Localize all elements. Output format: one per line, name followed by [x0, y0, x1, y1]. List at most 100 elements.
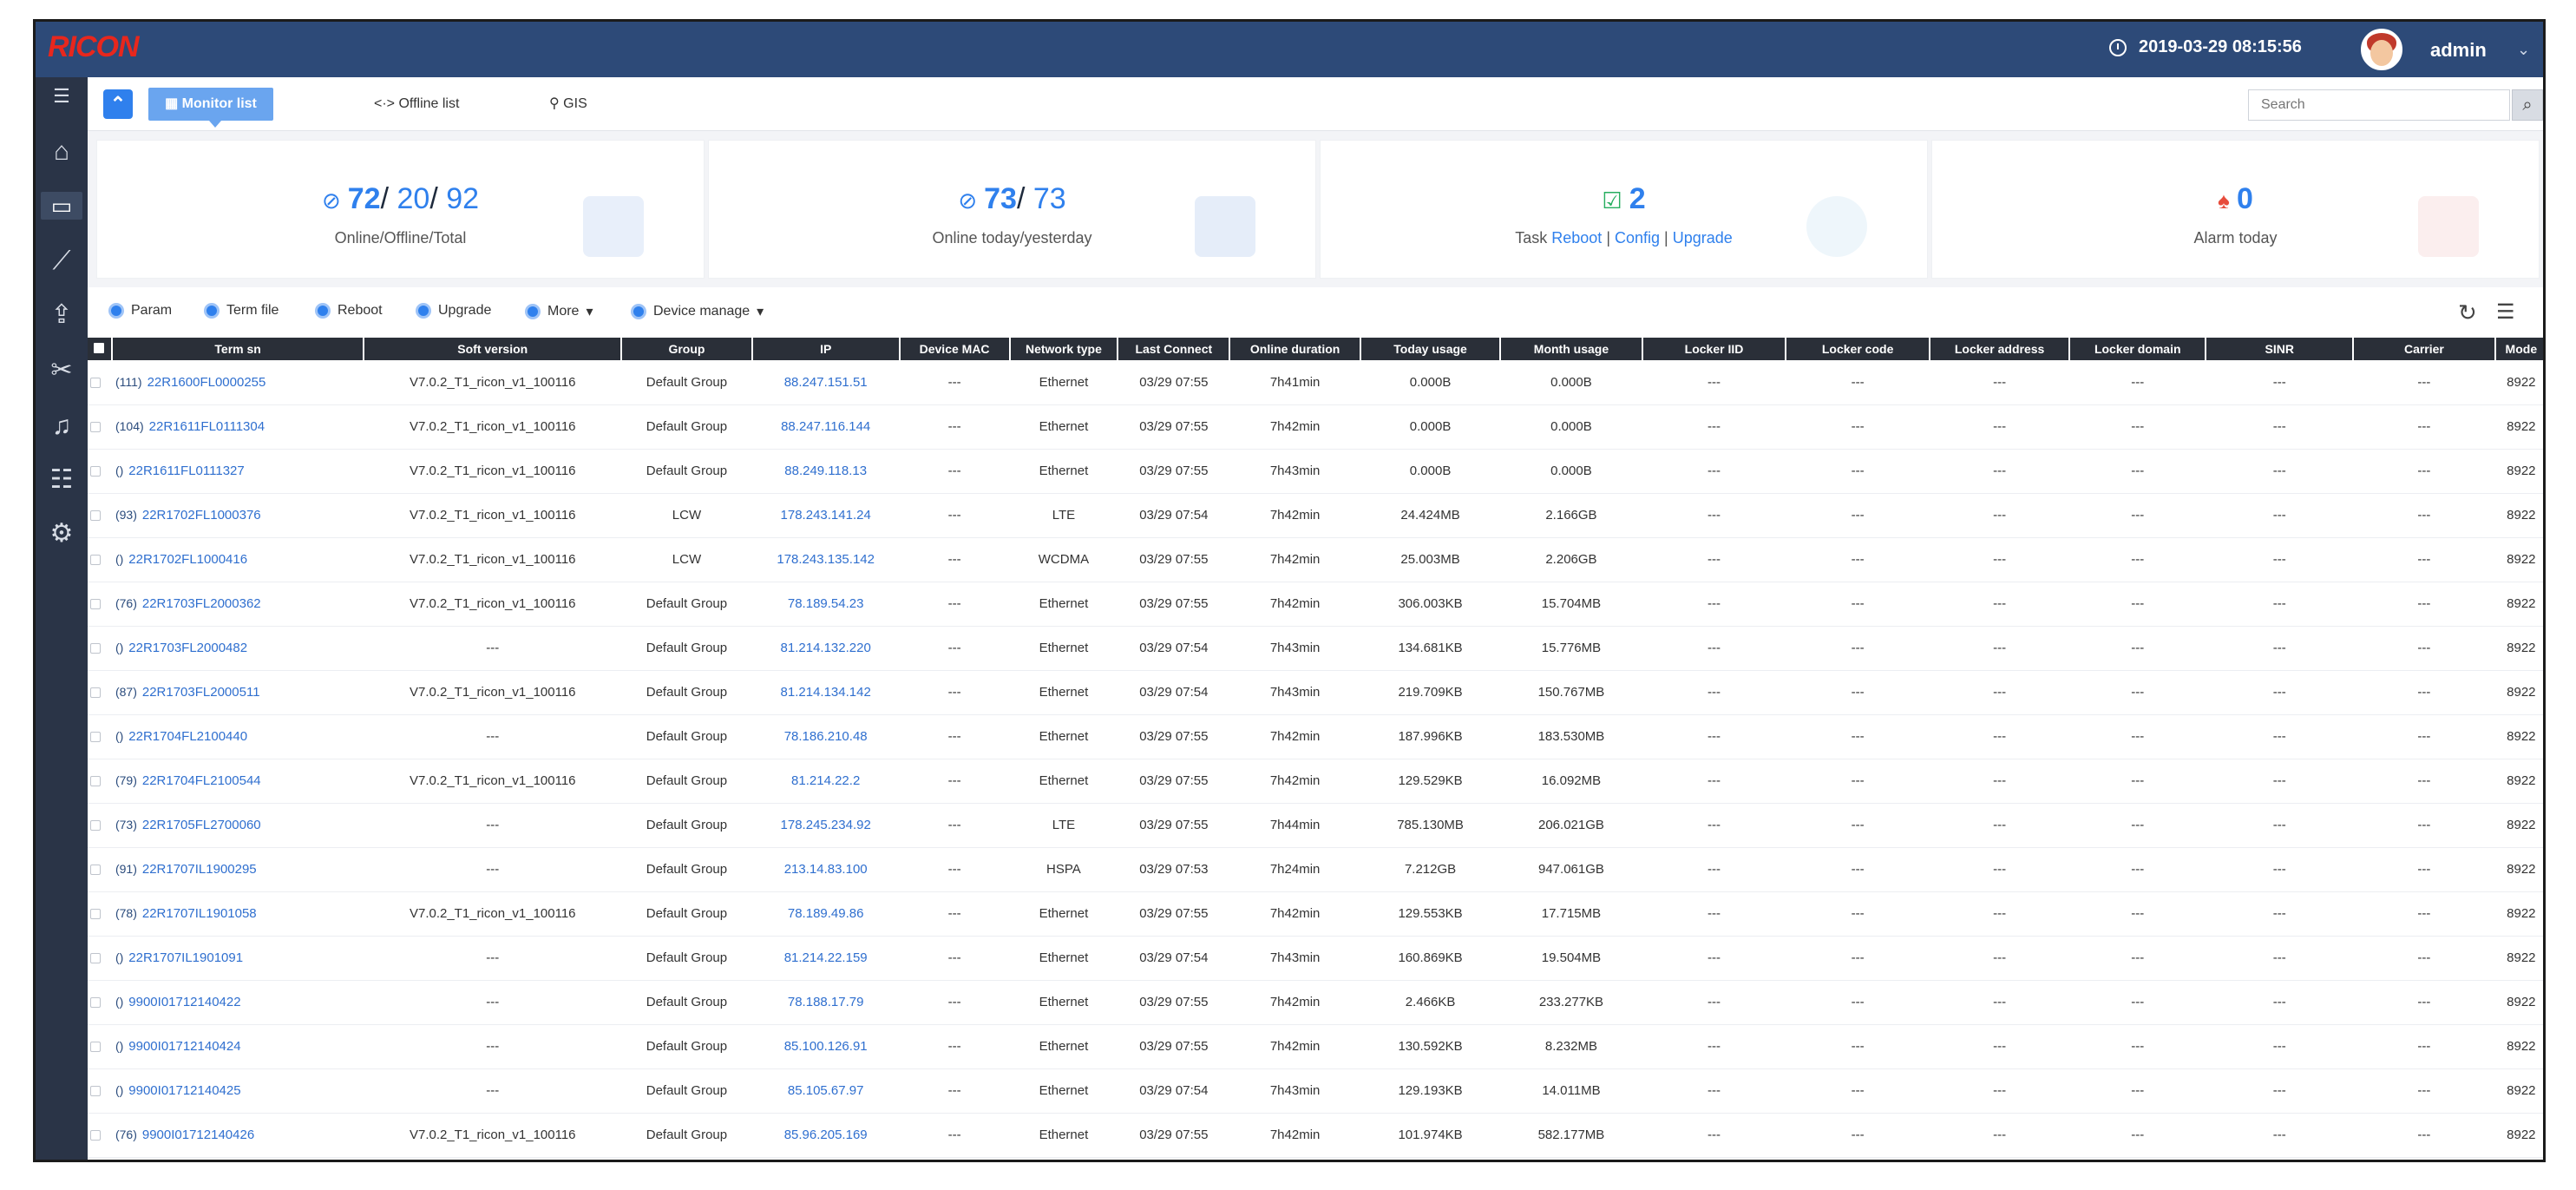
col-online-duration[interactable]: Online duration: [1229, 338, 1361, 360]
col-ip[interactable]: IP: [751, 338, 901, 360]
term-sn-link[interactable]: 9900I01712140426: [142, 1128, 254, 1142]
col-locker-domain[interactable]: Locker domain: [2069, 338, 2207, 360]
row-checkbox[interactable]: [89, 732, 101, 743]
row-checkbox[interactable]: [89, 422, 101, 433]
table-row[interactable]: (91) 22R1707IL1900295 --- Default Group 213.…: [88, 847, 2543, 891]
term-file-button[interactable]: Term file: [204, 303, 279, 319]
param-button[interactable]: Param: [108, 303, 172, 319]
table-row[interactable]: (76) 9900I01712140426 V7.0.2_T1_ricon_v1_1…: [88, 1113, 2543, 1157]
term-sn-link[interactable]: 22R1600FL0000255: [147, 375, 266, 390]
row-checkbox[interactable]: [89, 909, 101, 920]
ip-cell[interactable]: 85.100.126.91: [752, 1024, 900, 1068]
search-input[interactable]: [2248, 89, 2510, 121]
avatar[interactable]: [2361, 29, 2402, 70]
row-checkbox[interactable]: [89, 1130, 101, 1141]
search-icon[interactable]: ⌕: [2512, 89, 2543, 121]
col-group[interactable]: Group: [621, 338, 753, 360]
header-select-all[interactable]: [88, 338, 113, 360]
ip-cell[interactable]: 78.188.17.79: [752, 980, 900, 1024]
term-sn-link[interactable]: 9900I01712140422: [128, 995, 240, 1009]
log-icon[interactable]: ☷: [48, 466, 75, 494]
term-sn-link[interactable]: 22R1611FL0111327: [128, 464, 244, 478]
col-locker-address[interactable]: Locker address: [1929, 338, 2071, 360]
ip-cell[interactable]: 81.214.22.2: [752, 759, 900, 803]
table-row[interactable]: (79) 22R1704FL2100544 V7.0.2_T1_ricon_v1_1…: [88, 759, 2543, 803]
device-manage-dropdown[interactable]: Device manage ▾: [631, 303, 764, 320]
term-sn-link[interactable]: 9900I01712140424: [128, 1039, 240, 1054]
col-locker-code[interactable]: Locker code: [1786, 338, 1930, 360]
tab-gis[interactable]: ⚲ GIS: [549, 88, 587, 121]
table-row[interactable]: () 22R1707IL1901091 --- Default Group 81.214…: [88, 936, 2543, 980]
ip-cell[interactable]: 81.214.134.142: [752, 670, 900, 714]
row-checkbox[interactable]: [89, 820, 101, 832]
brand-logo[interactable]: RICON: [48, 30, 140, 64]
ip-cell[interactable]: 81.214.132.220: [752, 626, 900, 670]
tab-monitor-list[interactable]: ▦ Monitor list: [148, 88, 273, 121]
upgrade-button[interactable]: Upgrade: [416, 303, 491, 319]
tab-offline-list[interactable]: <·> Offline list: [374, 88, 459, 121]
table-row[interactable]: (73) 22R1705FL2700060 --- Default Group 178.…: [88, 803, 2543, 847]
term-sn-link[interactable]: 22R1705FL2700060: [142, 818, 261, 832]
chart-icon[interactable]: ⟋: [48, 247, 75, 275]
row-checkbox[interactable]: [89, 953, 101, 964]
table-row[interactable]: () 22R1704FL2100440 --- Default Group 78.186…: [88, 714, 2543, 759]
task-config-link[interactable]: Config: [1615, 229, 1660, 247]
select-all-checkbox[interactable]: [94, 343, 105, 353]
chevron-down-icon[interactable]: ⌄: [2517, 41, 2530, 59]
table-row[interactable]: (87) 22R1703FL2000511 V7.0.2_T1_ricon_v1_1…: [88, 670, 2543, 714]
row-checkbox[interactable]: [89, 466, 101, 477]
ip-cell[interactable]: 78.189.49.86: [752, 891, 900, 936]
ip-cell[interactable]: 88.247.151.51: [752, 360, 900, 404]
row-checkbox[interactable]: [89, 643, 101, 654]
term-sn-link[interactable]: 22R1703FL2000362: [142, 596, 261, 611]
row-checkbox[interactable]: [89, 555, 101, 566]
term-sn-link[interactable]: 22R1611FL0111304: [149, 419, 265, 434]
term-sn-link[interactable]: 9900I01712140425: [128, 1083, 240, 1098]
ip-cell[interactable]: 178.243.141.24: [752, 493, 900, 537]
table-row[interactable]: (111) 22R1600FL0000255 V7.0.2_T1_ricon_v1_…: [88, 360, 2543, 404]
col-sinr[interactable]: SINR: [2206, 338, 2355, 360]
row-checkbox[interactable]: [89, 997, 101, 1009]
table-row[interactable]: () 9900I01712140425 --- Default Group 85.105…: [88, 1068, 2543, 1113]
ip-cell[interactable]: 81.214.22.159: [752, 936, 900, 980]
refresh-icon[interactable]: ↻: [2458, 299, 2477, 326]
ip-cell[interactable]: 85.96.205.169: [752, 1113, 900, 1157]
term-sn-link[interactable]: 22R1704FL2100440: [128, 729, 247, 744]
ip-cell[interactable]: 78.189.54.23: [752, 582, 900, 626]
settings-icon[interactable]: ⚙: [48, 520, 75, 548]
term-sn-link[interactable]: 22R1707IL1901091: [128, 950, 243, 965]
col-month-usage[interactable]: Month usage: [1500, 338, 1643, 360]
term-sn-link[interactable]: 22R1707IL1900295: [142, 862, 257, 877]
table-row[interactable]: () 22R1702FL1000416 V7.0.2_T1_ricon_v1_100…: [88, 537, 2543, 582]
term-sn-link[interactable]: 22R1704FL2100544: [142, 773, 261, 788]
col-carrier[interactable]: Carrier: [2353, 338, 2496, 360]
col-term-sn[interactable]: Term sn: [111, 338, 365, 360]
menu-toggle-icon[interactable]: ☰: [48, 82, 75, 110]
ip-cell[interactable]: 213.14.83.100: [752, 847, 900, 891]
table-row[interactable]: (76) 22R1703FL2000362 V7.0.2_T1_ricon_v1_1…: [88, 582, 2543, 626]
ip-cell[interactable]: 178.243.135.142: [752, 537, 900, 582]
row-checkbox[interactable]: [89, 1042, 101, 1053]
ip-cell[interactable]: 85.105.67.97: [752, 1068, 900, 1113]
user-name[interactable]: admin: [2430, 39, 2487, 62]
row-checkbox[interactable]: [89, 865, 101, 876]
row-checkbox[interactable]: [89, 687, 101, 699]
table-row[interactable]: () 22R1703FL2000482 --- Default Group 81.214…: [88, 626, 2543, 670]
term-sn-link[interactable]: 22R1702FL1000416: [128, 552, 247, 567]
term-sn-link[interactable]: 22R1707IL1901058: [142, 906, 257, 921]
table-row[interactable]: (104) 22R1611FL0111304 V7.0.2_T1_ricon_v1_…: [88, 404, 2543, 449]
tools-icon[interactable]: ✂: [48, 357, 75, 385]
term-sn-link[interactable]: 22R1703FL2000511: [142, 685, 260, 700]
task-reboot-link[interactable]: Reboot: [1551, 229, 1602, 247]
table-row[interactable]: () 9900I01712140424 --- Default Group 85.100…: [88, 1024, 2543, 1068]
bell-icon[interactable]: ♫: [48, 412, 75, 440]
row-checkbox[interactable]: [89, 1086, 101, 1097]
col-today-usage[interactable]: Today usage: [1360, 338, 1502, 360]
col-last-connect[interactable]: Last Connect: [1118, 338, 1231, 360]
ip-cell[interactable]: 88.249.118.13: [752, 449, 900, 493]
col-mode[interactable]: Mode: [2494, 338, 2543, 360]
ip-cell[interactable]: 178.245.234.92: [752, 803, 900, 847]
reboot-button[interactable]: Reboot: [315, 303, 383, 319]
monitor-icon[interactable]: ▭: [41, 192, 82, 220]
row-checkbox[interactable]: [89, 377, 101, 388]
